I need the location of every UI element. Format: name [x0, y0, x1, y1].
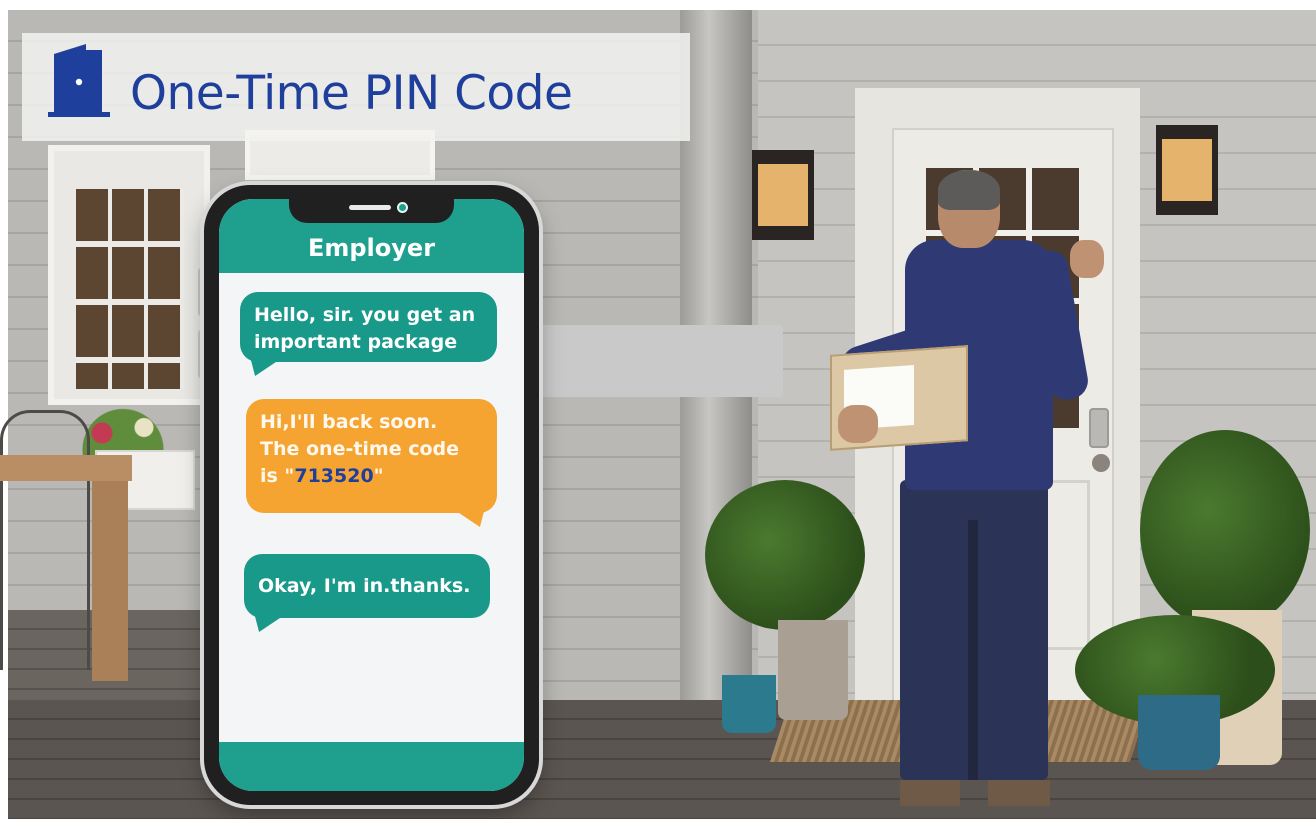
- speaker-icon: [349, 205, 391, 210]
- courier-hand: [838, 405, 878, 443]
- wall-lantern-left: [752, 150, 814, 240]
- wall-lantern-right: [1156, 125, 1218, 215]
- phone-notch: [289, 199, 454, 223]
- pin-code: 713520: [294, 465, 374, 487]
- patio-table: [0, 455, 132, 685]
- house-window: [48, 145, 210, 405]
- teal-pot-large: [1138, 695, 1220, 770]
- phone-power-button: [537, 325, 783, 397]
- message-text: Okay, I'm in.thanks.: [258, 575, 471, 597]
- page-title: One-Time PIN Code: [130, 66, 573, 121]
- message-text: Hello, sir. you get an important package: [254, 304, 476, 353]
- chat-footer-bar: [219, 742, 524, 791]
- camera-icon: [397, 202, 408, 213]
- message-bubble-incoming: Hello, sir. you get an important package: [240, 292, 497, 376]
- message-text-end: ": [373, 465, 384, 487]
- delivery-courier: [830, 170, 1130, 810]
- potted-plant-right: [1140, 430, 1310, 630]
- message-bubble-incoming: Okay, I'm in.thanks.: [244, 554, 490, 632]
- message-bubble-outgoing: Hi,I'll back soon. The one-time code is …: [246, 399, 497, 527]
- chat-contact-name: Employer: [307, 234, 436, 262]
- chat-header: Employer: [219, 199, 524, 273]
- door-icon: [48, 44, 110, 117]
- teal-pot-small: [722, 675, 776, 733]
